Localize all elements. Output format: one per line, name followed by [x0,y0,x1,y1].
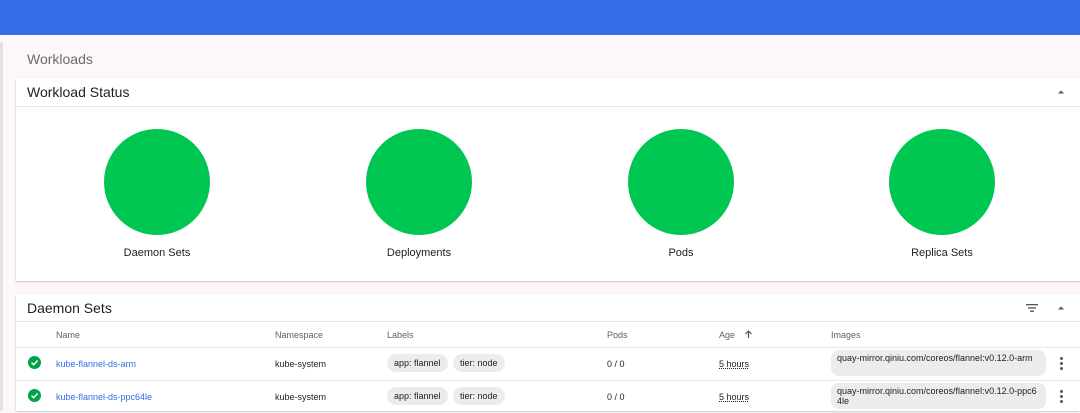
collapse-icon[interactable] [1056,87,1066,97]
image-chip: quay-mirror.qiniu.com/coreos/flannel:v0.… [831,350,1046,376]
daemon-sets-card: Daemon Sets Name Namespace Labels Pods A… [16,294,1080,411]
workload-status-card: Workload Status Daemon Sets Deployments … [16,78,1080,281]
status-deployments[interactable]: Deployments [329,106,509,259]
label-chip: app: flannel [387,387,448,405]
status-replica-sets[interactable]: Replica Sets [852,106,1032,259]
column-header-age-label: Age [719,330,736,340]
status-pods[interactable]: Pods [591,106,771,259]
status-pie-replica-sets [889,129,995,235]
age-cell: 5 hours [719,392,750,402]
table-row: kube-flannel-ds-ppc64le kube-system app:… [16,380,1080,413]
pods-cell: 0 / 0 [607,359,625,369]
column-header-name[interactable]: Name [56,330,80,340]
label-chip: app: flannel [387,354,448,372]
status-label-daemon-sets: Daemon Sets [123,247,191,259]
label-chip: tier: node [453,387,505,405]
daemon-sets-title: Daemon Sets [27,300,112,316]
column-header-age[interactable]: Age [719,330,753,340]
image-chip: quay-mirror.qiniu.com/coreos/flannel:v0.… [831,383,1046,409]
column-header-pods: Pods [607,330,628,340]
age-cell: 5 hours [719,359,750,369]
status-pie-deployments [366,129,472,235]
check-circle-icon [28,356,41,369]
more-vert-icon[interactable] [1058,357,1064,371]
pods-cell: 0 / 0 [607,392,625,402]
sort-arrow-up-icon[interactable] [744,330,753,339]
status-pie-daemon-sets [104,129,210,235]
daemon-sets-header: Daemon Sets [16,294,1080,322]
status-label-replica-sets: Replica Sets [911,247,973,259]
daemon-set-name-link[interactable]: kube-flannel-ds-ppc64le [56,392,152,402]
status-label-deployments: Deployments [386,247,452,259]
column-header-labels: Labels [387,330,414,340]
page-title: Workloads [27,51,93,67]
column-header-images: Images [831,330,861,340]
check-circle-icon [28,389,41,402]
column-header-namespace[interactable]: Namespace [275,330,323,340]
status-pie-pods [628,129,734,235]
label-chip: tier: node [453,354,505,372]
table-row: kube-flannel-ds-arm kube-system app: fla… [16,347,1080,380]
workload-status-header: Workload Status [16,78,1080,107]
side-nav-edge [0,42,3,411]
workload-status-title: Workload Status [27,84,130,100]
filter-icon[interactable] [1025,301,1039,315]
more-vert-icon[interactable] [1058,390,1064,404]
namespace-cell: kube-system [275,359,327,369]
collapse-icon[interactable] [1056,303,1066,313]
status-daemon-sets[interactable]: Daemon Sets [67,106,247,259]
status-label-pods: Pods [668,247,694,259]
namespace-cell: kube-system [275,392,327,402]
daemon-set-name-link[interactable]: kube-flannel-ds-arm [56,359,136,369]
top-app-bar [0,0,1080,35]
